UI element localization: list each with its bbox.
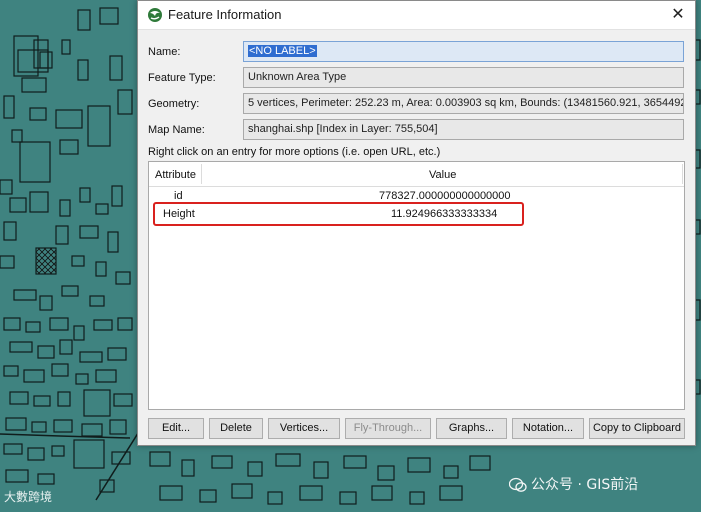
feature-information-dialog: Feature Information ✕ Name: <NO LABEL> F…	[137, 0, 696, 446]
feature-type-field[interactable]: Unknown Area Type	[243, 67, 684, 88]
geometry-label: Geometry:	[148, 98, 200, 110]
copy-to-clipboard-button[interactable]: Copy to Clipboard	[589, 418, 685, 439]
name-label: Name:	[148, 46, 181, 58]
graphs-button[interactable]: Graphs...	[436, 418, 507, 439]
attribute-column-header[interactable]: Attribute	[155, 169, 196, 181]
watermark-left-text: 大數跨境	[4, 490, 53, 504]
wechat-icon	[509, 477, 527, 492]
dialog-titlebar[interactable]: Feature Information ✕	[138, 1, 695, 30]
watermark-right: 公众号 · GIS前沿	[509, 474, 638, 494]
edit-button[interactable]: Edit...	[148, 418, 204, 439]
name-field[interactable]: <NO LABEL>	[243, 41, 684, 62]
table-header: Attribute Value	[149, 162, 684, 187]
delete-button[interactable]: Delete	[209, 418, 263, 439]
column-divider[interactable]	[201, 164, 202, 184]
globe-icon	[148, 8, 162, 22]
highlight-annotation	[153, 202, 524, 226]
vertices-button[interactable]: Vertices...	[268, 418, 340, 439]
dialog-title: Feature Information	[168, 7, 282, 22]
notation-button[interactable]: Notation...	[512, 418, 584, 439]
hint-text: Right click on an entry for more options…	[148, 146, 441, 158]
column-divider[interactable]	[682, 164, 683, 184]
fly-through-button[interactable]: Fly-Through...	[345, 418, 431, 439]
watermark-left: 大數跨境	[4, 488, 52, 505]
value-column-header[interactable]: Value	[429, 169, 456, 181]
attribute-table[interactable]: Attribute Value id 778327.00000000000000…	[148, 161, 685, 410]
geometry-field[interactable]: 5 vertices, Perimeter: 252.23 m, Area: 0…	[243, 93, 684, 114]
map-name-field[interactable]: shanghai.shp [Index in Layer: 755,504]	[243, 119, 684, 140]
value-cell: 778327.000000000000000	[379, 190, 511, 202]
name-value: <NO LABEL>	[248, 45, 317, 57]
watermark-right-text: 公众号 · GIS前沿	[531, 477, 639, 493]
close-icon[interactable]: ✕	[661, 1, 695, 29]
map-name-label: Map Name:	[148, 124, 205, 136]
feature-type-label: Feature Type:	[148, 72, 216, 84]
attribute-cell: id	[174, 190, 183, 202]
